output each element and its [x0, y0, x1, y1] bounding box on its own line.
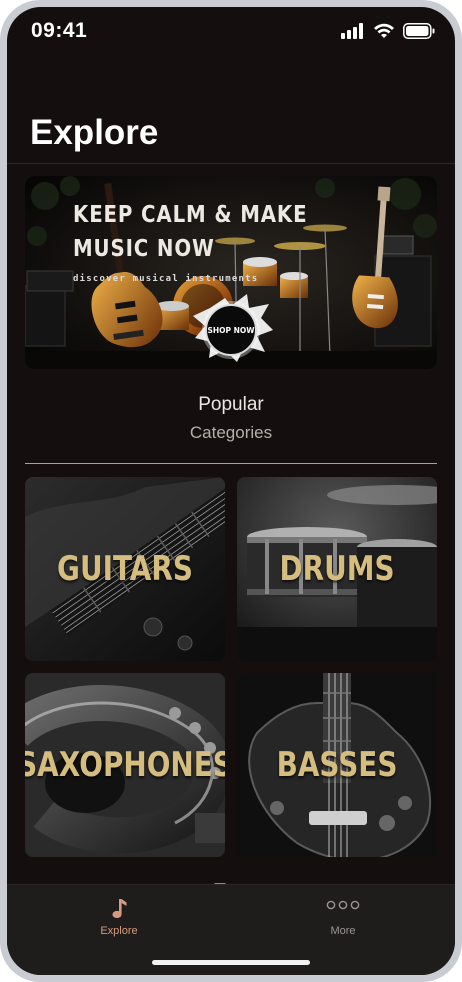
section-subtitle: Categories: [189, 423, 273, 442]
category-label: GUITARS: [57, 549, 193, 589]
battery-icon: [403, 23, 435, 39]
status-bar: 09:41: [7, 7, 455, 57]
banner-headline-line1: KEEP CALM & MAKE: [73, 202, 308, 228]
category-label: BASSES: [276, 745, 398, 785]
promo-banner[interactable]: KEEP CALM & MAKE MUSIC NOW discover musi…: [25, 176, 437, 369]
more-dots-icon: [326, 898, 360, 916]
wifi-icon: [374, 23, 394, 38]
section-title: Popular: [198, 394, 264, 415]
shop-now-button[interactable]: SHOP NOW: [205, 304, 257, 356]
section-divider: [25, 463, 437, 464]
banner-subtitle: discover musical instruments: [73, 274, 259, 284]
home-indicator[interactable]: [152, 960, 310, 965]
signal-icon: [341, 23, 363, 39]
category-card-saxophones[interactable]: SAXOPHONES: [25, 673, 225, 857]
tab-more-label: More: [330, 925, 356, 937]
tab-explore[interactable]: Explore: [7, 885, 231, 945]
app-screen: 09:41 Explore KEEP CALM & MAKE MUSIC NOW…: [7, 7, 455, 975]
banner-headline: KEEP CALM & MAKE MUSIC NOW: [73, 198, 331, 266]
status-icons: [341, 22, 435, 40]
category-card-guitars[interactable]: GUITARS: [25, 477, 225, 661]
tab-explore-label: Explore: [100, 925, 138, 937]
category-label: DRUMS: [279, 549, 395, 589]
tab-bar: Explore More: [7, 884, 455, 975]
category-label: SAXOPHONES: [25, 745, 225, 785]
music-note-icon: [111, 898, 127, 925]
header-divider: [7, 163, 455, 164]
tab-more[interactable]: More: [231, 885, 455, 945]
banner-headline-line2: MUSIC NOW: [73, 236, 215, 262]
category-card-basses[interactable]: BASSES: [237, 673, 437, 857]
category-card-drums[interactable]: DRUMS: [237, 477, 437, 661]
status-time: 09:41: [31, 19, 88, 42]
device-frame: 09:41 Explore KEEP CALM & MAKE MUSIC NOW…: [0, 0, 462, 982]
page-title: Explore: [30, 113, 159, 152]
